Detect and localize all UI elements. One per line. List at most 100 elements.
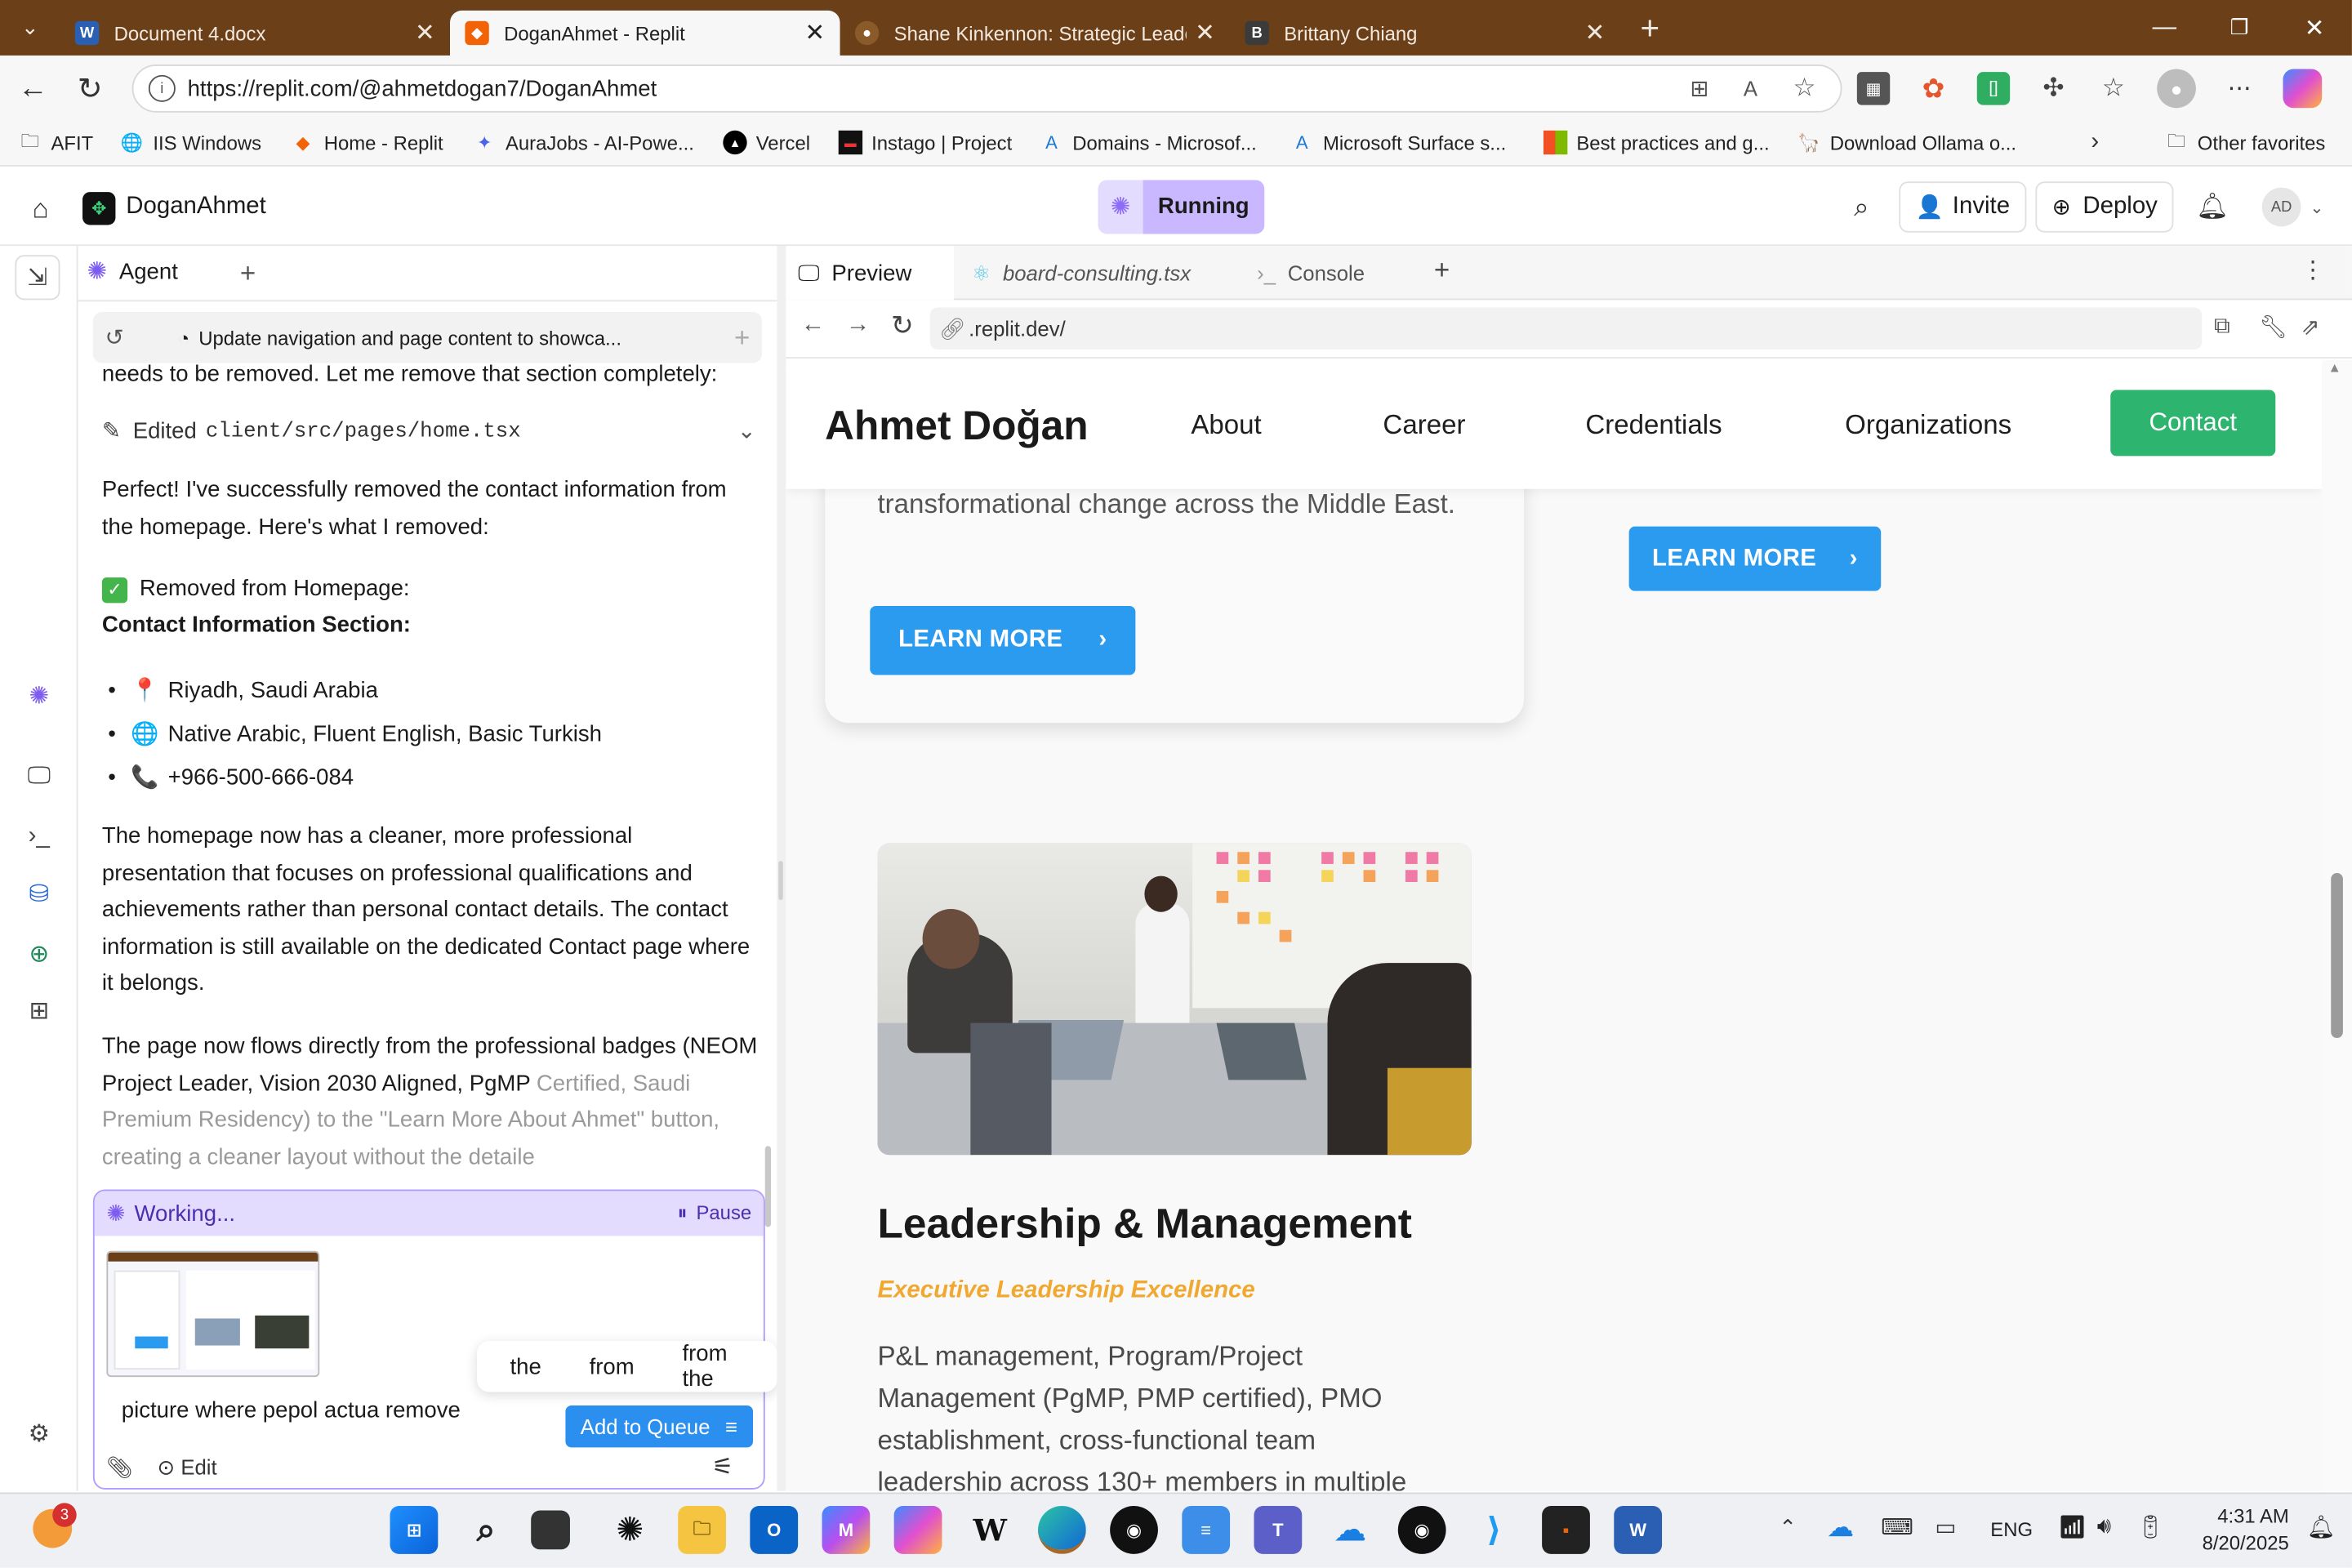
bookmark-aurajobs[interactable]: ✦ AuraJobs - AI-Powe... bbox=[473, 131, 694, 154]
close-icon[interactable]: ✕ bbox=[1585, 18, 1606, 48]
run-status-pill[interactable]: ✺ Running bbox=[1098, 180, 1265, 234]
window-close-icon[interactable]: ✕ bbox=[2277, 13, 2352, 43]
dark-app-icon[interactable]: ▪ bbox=[1542, 1506, 1590, 1554]
back-arrow-icon[interactable]: ← bbox=[15, 70, 51, 106]
browser-tab-shane[interactable]: ● Shane Kinkennon: Strategic Leade ✕ bbox=[840, 11, 1231, 56]
project-name[interactable]: DoganAhmet bbox=[126, 194, 266, 220]
file-explorer-icon[interactable]: 🗀 bbox=[678, 1506, 726, 1554]
nav-link-career[interactable]: Career bbox=[1383, 409, 1465, 441]
new-tab-plus-icon[interactable]: + bbox=[1620, 8, 1680, 47]
teams-icon[interactable]: T bbox=[1254, 1506, 1303, 1554]
back-arrow-icon[interactable]: ← bbox=[801, 312, 825, 339]
browser-tab-replit[interactable]: ◆ DoganAhmet - Replit ✕ bbox=[450, 10, 840, 56]
m365-icon[interactable]: M bbox=[822, 1506, 871, 1554]
deploy-button[interactable]: ⊕ Deploy bbox=[2035, 181, 2175, 233]
chevron-down-icon[interactable]: ⌄ bbox=[737, 414, 756, 451]
devices-icon[interactable]: ⧉ bbox=[2214, 314, 2230, 339]
display-icon[interactable]: ▭ bbox=[1935, 1513, 1956, 1540]
more-options-icon[interactable]: ⋮ bbox=[2301, 255, 2324, 285]
edited-file-row[interactable]: ✎ Edited client/src/pages/home.tsx ⌄ bbox=[102, 414, 756, 451]
suggestion-item[interactable]: from the bbox=[658, 1341, 768, 1392]
browser-tab-document[interactable]: W Document 4.docx ✕ bbox=[60, 11, 450, 56]
profile-avatar-icon[interactable]: ● bbox=[2157, 69, 2196, 109]
home-icon[interactable]: ⌂ bbox=[24, 192, 56, 225]
search-icon[interactable]: ⌕ bbox=[462, 1506, 510, 1554]
minimize-icon[interactable]: — bbox=[2127, 14, 2202, 41]
preview-monitor-icon[interactable]: 🖵 bbox=[21, 759, 57, 795]
refresh-icon[interactable]: ↻ bbox=[891, 310, 914, 342]
plus-icon[interactable]: + bbox=[734, 322, 750, 354]
nav-link-credentials[interactable]: Credentials bbox=[1585, 409, 1722, 441]
extension-green-icon[interactable]: [] bbox=[1976, 72, 2011, 105]
add-to-queue-button[interactable]: Add to Queue ≡ bbox=[565, 1405, 753, 1448]
tab-preview[interactable]: 🖵 Preview bbox=[786, 246, 955, 301]
attached-screenshot-thumbnail[interactable] bbox=[106, 1250, 320, 1378]
files-toggle-icon[interactable]: ⇲ bbox=[15, 255, 60, 301]
invite-button[interactable]: 👤 Invite bbox=[1899, 181, 2027, 233]
bookmark-vercel[interactable]: ▲ Vercel bbox=[723, 130, 810, 155]
preview-url-input[interactable]: 🔗︎ .replit.dev/ bbox=[929, 307, 2203, 350]
browser-tab-brittany[interactable]: B Brittany Chiang ✕ bbox=[1230, 11, 1620, 56]
settings-sliders-icon[interactable]: ⚟ bbox=[712, 1452, 733, 1482]
checkpoint-bar[interactable]: ↺ ◔ Update navigation and page content t… bbox=[92, 312, 763, 363]
w-app-icon[interactable]: W bbox=[966, 1506, 1014, 1554]
bookmark-instago[interactable]: ▬ Instago | Project bbox=[838, 130, 1012, 155]
search-icon[interactable]: ⌕ bbox=[1845, 190, 1878, 223]
notification-bell-icon[interactable]: 🔔︎ bbox=[2307, 1513, 2336, 1540]
wifi-icon[interactable]: 📶︎ bbox=[2058, 1513, 2087, 1540]
battery-icon[interactable]: 🔋︎ bbox=[2136, 1513, 2164, 1540]
onedrive-icon[interactable]: ☁ bbox=[1326, 1506, 1374, 1554]
panel-splitter[interactable] bbox=[777, 246, 786, 1491]
edit-mode-icon[interactable]: ⊙ bbox=[157, 1454, 175, 1480]
refresh-icon[interactable]: ↻ bbox=[72, 70, 108, 106]
open-external-icon[interactable]: ⇗ bbox=[2301, 314, 2319, 341]
suggestion-item[interactable]: from bbox=[565, 1354, 658, 1379]
github-icon[interactable]: ◉ bbox=[1397, 1506, 1446, 1554]
edit-label[interactable]: Edit bbox=[180, 1455, 216, 1479]
chatgpt-icon[interactable]: ✺ bbox=[606, 1506, 654, 1554]
user-menu[interactable]: AD ⌄ bbox=[2261, 187, 2323, 227]
extension-flower-icon[interactable]: ✿ bbox=[1917, 72, 1949, 105]
preview-scrollbar[interactable]: ▲ bbox=[2322, 359, 2352, 1491]
input-text[interactable]: picture where pepol actua remove bbox=[122, 1398, 461, 1423]
bookmark-domains[interactable]: A Domains - Microsof... bbox=[1040, 131, 1257, 154]
read-aloud-icon[interactable]: A bbox=[1735, 74, 1766, 104]
volume-icon[interactable]: 🔊︎ bbox=[2097, 1513, 2111, 1539]
attach-paperclip-icon[interactable]: 📎︎ bbox=[106, 1454, 133, 1480]
github-desktop-icon[interactable]: ◉ bbox=[1110, 1506, 1158, 1554]
deployments-icon[interactable]: ⊕ bbox=[21, 936, 57, 972]
tab-board-consulting[interactable]: ⚛ board-consulting.tsx bbox=[963, 246, 1242, 300]
bookmark-iis[interactable]: 🌐 IIS Windows bbox=[120, 131, 261, 154]
word-icon[interactable]: W bbox=[1614, 1506, 1663, 1554]
start-windows-icon[interactable]: ⊞ bbox=[390, 1506, 439, 1554]
task-view-icon[interactable] bbox=[531, 1510, 570, 1550]
close-icon[interactable]: ✕ bbox=[415, 18, 435, 48]
pause-button[interactable]: ⏸︎ Pause bbox=[677, 1201, 751, 1225]
tab-console[interactable]: ›_ Console bbox=[1251, 246, 1416, 300]
more-menu-icon[interactable]: ⋯ bbox=[2223, 72, 2256, 105]
keyboard-icon[interactable]: ⌨ bbox=[1881, 1513, 1913, 1540]
bookmark-ollama[interactable]: 🦙 Download Ollama o... bbox=[1797, 131, 2016, 154]
site-info-icon[interactable]: i bbox=[148, 74, 176, 102]
extensions-puzzle-icon[interactable]: ✣ bbox=[2037, 72, 2069, 105]
bookmark-other-favorites[interactable]: 🗀 Other favorites bbox=[2164, 130, 2325, 154]
restore-icon[interactable]: ❐ bbox=[2202, 15, 2277, 40]
add-tab-plus-icon[interactable]: + bbox=[240, 258, 256, 290]
bookmark-home-replit[interactable]: ◆ Home - Replit bbox=[291, 131, 443, 154]
database-icon[interactable]: ⛁ bbox=[21, 876, 57, 912]
notepad-icon[interactable]: ≡ bbox=[1182, 1506, 1231, 1554]
favorite-star-icon[interactable]: ☆ bbox=[1789, 74, 1820, 104]
app-available-icon[interactable]: ⊞ bbox=[1685, 74, 1715, 104]
favorites-icon[interactable]: ☆ bbox=[2097, 72, 2130, 105]
all-tools-grid-icon[interactable]: ⊞ bbox=[21, 993, 57, 1029]
nav-link-organizations[interactable]: Organizations bbox=[1845, 409, 2011, 441]
forward-arrow-icon[interactable]: → bbox=[846, 312, 870, 339]
learn-more-button[interactable]: LEARN MORE › bbox=[1628, 526, 1882, 591]
history-icon[interactable]: ↺ bbox=[105, 324, 124, 351]
clock[interactable]: 4:31 AM 8/20/2025 bbox=[2184, 1503, 2289, 1557]
bell-icon[interactable]: 🔔︎ bbox=[2196, 190, 2229, 223]
devtools-wrench-icon[interactable]: 🔧︎ bbox=[2259, 314, 2287, 341]
agent-icon[interactable]: ✺ bbox=[21, 678, 57, 714]
chevron-up-icon[interactable]: ⌃ bbox=[1779, 1515, 1797, 1540]
edge-icon[interactable] bbox=[1037, 1506, 1086, 1554]
